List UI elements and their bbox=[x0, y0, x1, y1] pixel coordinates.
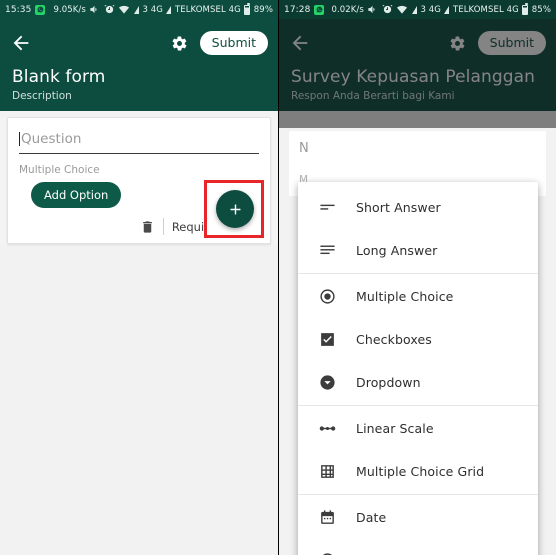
menu-divider bbox=[298, 405, 538, 406]
network-speed: 9.05K/s bbox=[53, 4, 86, 15]
trash-icon[interactable] bbox=[140, 219, 155, 235]
volume-mute-icon bbox=[367, 4, 378, 15]
plus-icon bbox=[230, 204, 240, 214]
menu-item-label: Long Answer bbox=[356, 243, 438, 258]
network-speed: 0.02K/s bbox=[331, 4, 364, 15]
dual-screenshot-comparison: 15:35 9.05K/s 3 4G TELKOMSEL 4G 89% Subm… bbox=[0, 0, 556, 555]
menu-item-multiple-choice-grid[interactable]: Multiple Choice Grid bbox=[298, 450, 538, 493]
status-time: 17:28 bbox=[284, 4, 311, 15]
menu-item-label: Short Answer bbox=[356, 200, 441, 215]
add-option-button[interactable]: Add Option bbox=[31, 182, 122, 208]
whatsapp-icon bbox=[35, 4, 46, 15]
calendar-icon bbox=[314, 509, 340, 526]
dropdown-icon bbox=[314, 374, 340, 391]
carrier-name: TELKOMSEL 4G bbox=[452, 4, 519, 15]
radio-button-icon bbox=[314, 288, 340, 305]
modal-scrim-toolbar bbox=[279, 19, 556, 128]
question-placeholder: N bbox=[299, 141, 309, 156]
battery-percent: 89% bbox=[253, 4, 273, 15]
signal-bars-icon bbox=[166, 5, 172, 14]
checkbox-icon bbox=[314, 331, 340, 348]
question-placeholder: Question bbox=[21, 131, 82, 147]
back-arrow-icon[interactable] bbox=[10, 30, 36, 56]
menu-item-multiple-choice[interactable]: Multiple Choice bbox=[298, 275, 538, 318]
text-caret bbox=[19, 132, 20, 146]
menu-divider bbox=[298, 494, 538, 495]
menu-item-label: Checkboxes bbox=[356, 332, 432, 347]
network-type: 3 4G bbox=[420, 4, 441, 15]
wifi-icon bbox=[396, 4, 408, 15]
signal-bars-icon bbox=[133, 5, 139, 14]
short-answer-icon bbox=[314, 199, 340, 216]
menu-divider bbox=[298, 273, 538, 274]
form-body: Question Multiple Choice Add Option Requ… bbox=[0, 117, 278, 244]
battery-percent: 85% bbox=[531, 4, 551, 15]
whatsapp-icon bbox=[314, 4, 325, 15]
menu-item-date[interactable]: Date bbox=[298, 496, 538, 539]
status-bar: 15:35 9.05K/s 3 4G TELKOMSEL 4G 89% bbox=[0, 0, 278, 19]
battery-icon bbox=[522, 3, 529, 15]
status-bar: 17:28 0.02K/s 3 4G TELKOMSEL 4G 85% bbox=[279, 0, 556, 19]
alarm-icon bbox=[104, 4, 115, 15]
menu-item-short-answer[interactable]: Short Answer bbox=[298, 186, 538, 229]
network-type: 3 4G bbox=[142, 4, 163, 15]
menu-item-label: Linear Scale bbox=[356, 421, 434, 436]
signal-bars-icon bbox=[444, 5, 450, 14]
long-answer-icon bbox=[314, 242, 340, 259]
menu-item-linear-scale[interactable]: Linear Scale bbox=[298, 407, 538, 450]
question-type-menu: Short Answer Long Answer Multiple Choice Ch… bbox=[298, 182, 538, 555]
signal-bars-icon bbox=[411, 5, 417, 14]
left-phone-screen: 15:35 9.05K/s 3 4G TELKOMSEL 4G 89% Subm… bbox=[0, 0, 278, 555]
battery-icon bbox=[244, 3, 251, 15]
menu-item-label: Date bbox=[356, 510, 387, 525]
divider bbox=[162, 218, 164, 235]
volume-mute-icon bbox=[89, 4, 100, 15]
alarm-icon bbox=[382, 4, 393, 15]
menu-item-time[interactable]: Time bbox=[298, 539, 538, 555]
menu-item-long-answer[interactable]: Long Answer bbox=[298, 229, 538, 272]
question-input[interactable]: Question bbox=[19, 129, 259, 154]
wifi-icon bbox=[118, 4, 130, 15]
form-title[interactable]: Blank form bbox=[10, 60, 268, 88]
menu-item-label: Dropdown bbox=[356, 375, 421, 390]
menu-item-label: Multiple Choice bbox=[356, 289, 454, 304]
add-question-fab[interactable] bbox=[216, 190, 254, 228]
gear-icon[interactable] bbox=[168, 31, 192, 55]
menu-item-label: Multiple Choice Grid bbox=[356, 464, 485, 479]
grid-icon bbox=[314, 463, 340, 480]
right-phone-screen: 17:28 0.02K/s 3 4G TELKOMSEL 4G 85% N M … bbox=[278, 0, 556, 555]
menu-item-dropdown[interactable]: Dropdown bbox=[298, 361, 538, 404]
linear-scale-icon bbox=[314, 420, 340, 437]
form-description[interactable]: Description bbox=[10, 88, 268, 111]
submit-button[interactable]: Submit bbox=[199, 31, 268, 55]
app-toolbar: Submit Blank form Description bbox=[0, 19, 278, 111]
carrier-name: TELKOMSEL 4G bbox=[174, 4, 241, 15]
menu-item-checkboxes[interactable]: Checkboxes bbox=[298, 318, 538, 361]
status-time: 15:35 bbox=[5, 4, 32, 15]
question-type-label[interactable]: Multiple Choice bbox=[19, 154, 259, 178]
